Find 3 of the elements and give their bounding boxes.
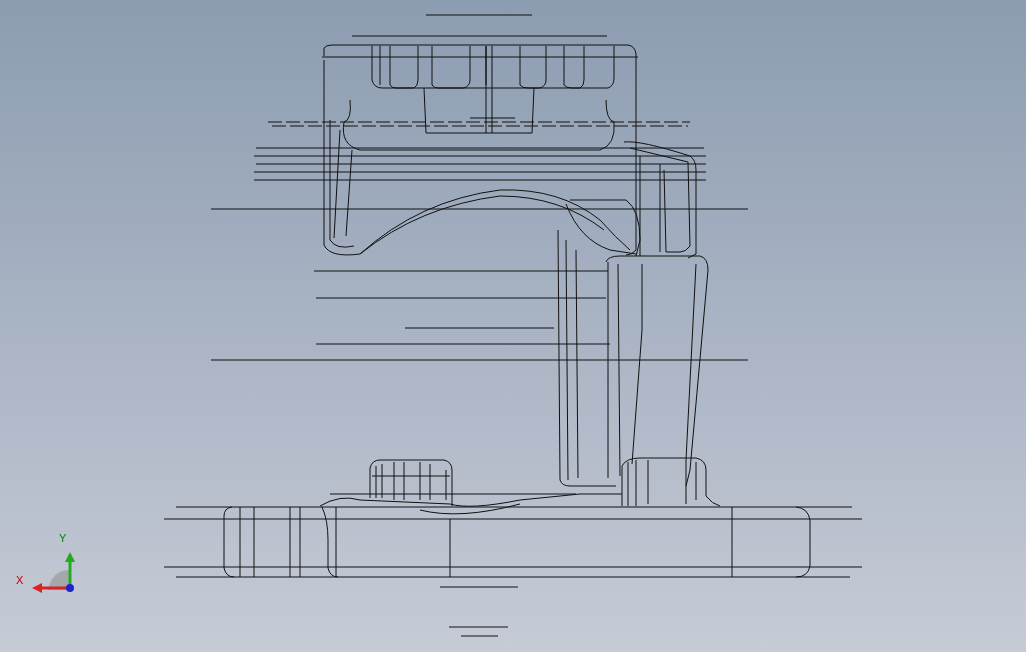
cad-viewport[interactable]: X Y [0,0,1026,652]
x-axis-label: X [16,574,24,586]
y-axis-label: Y [59,532,67,544]
